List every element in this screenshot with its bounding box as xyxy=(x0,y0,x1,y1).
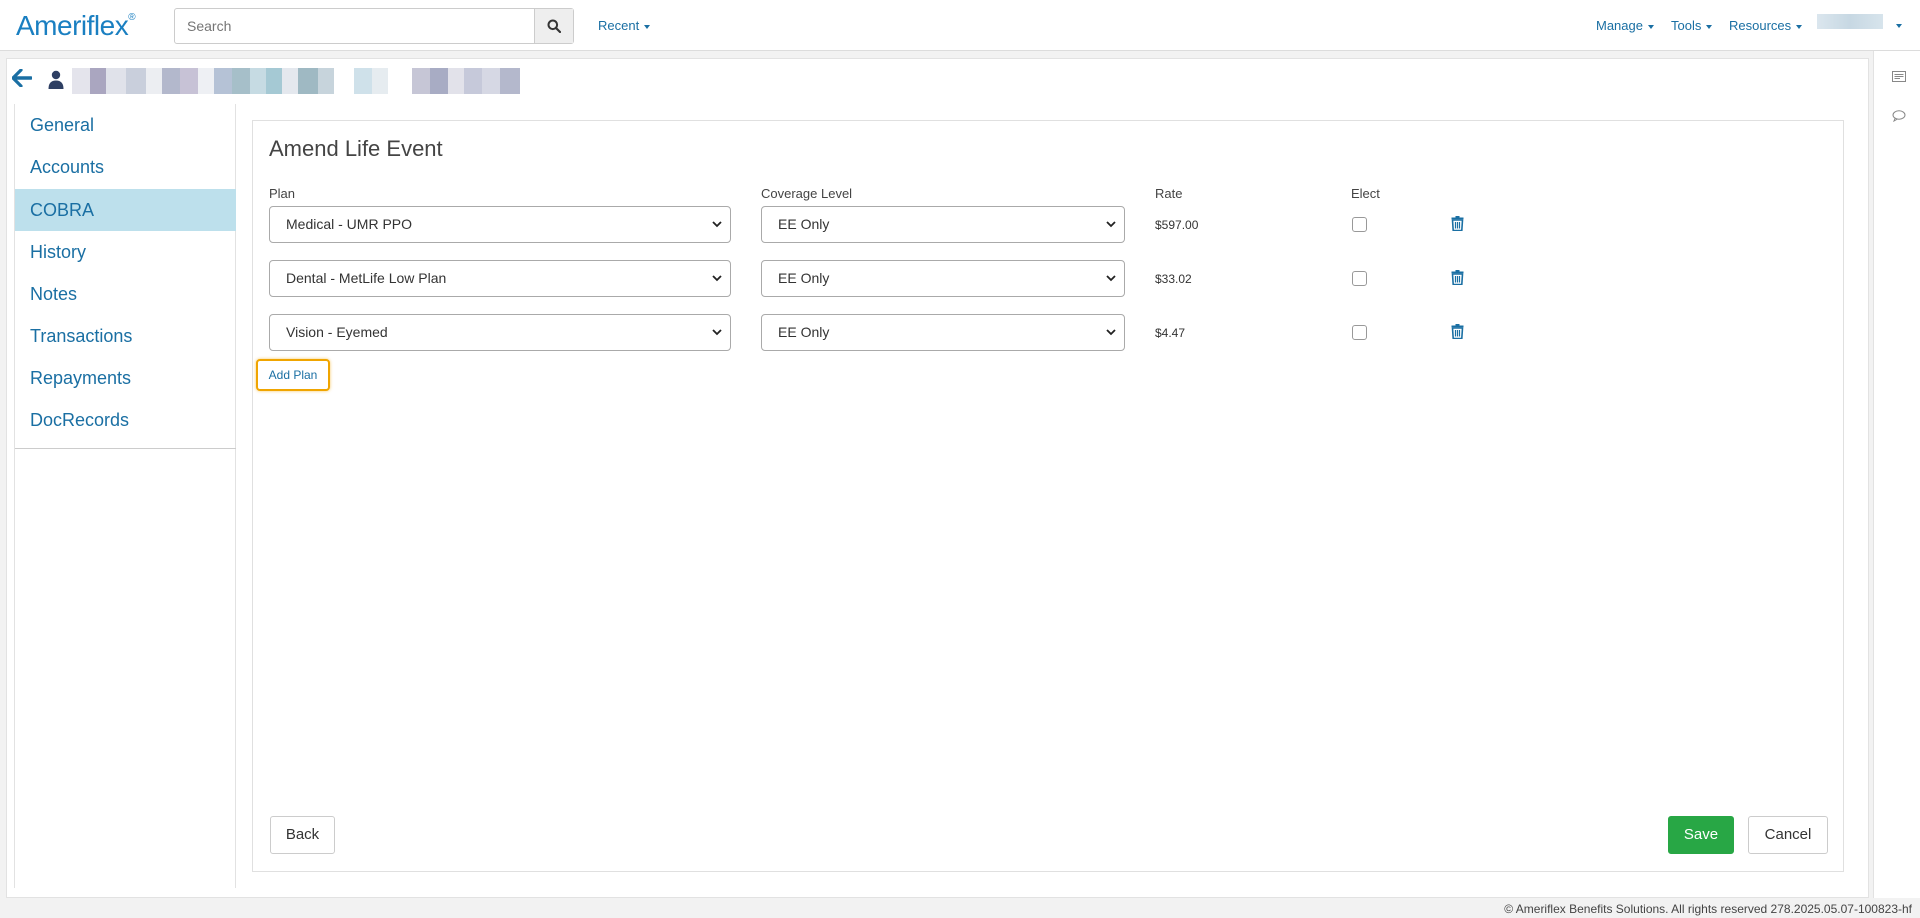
sidebar-item-transactions[interactable]: Transactions xyxy=(15,315,236,357)
caret-down-icon xyxy=(1706,24,1713,29)
tools-menu[interactable]: Tools xyxy=(1671,18,1713,33)
column-header-coverage-level: Coverage Level xyxy=(761,186,853,201)
elect-checkbox[interactable] xyxy=(1352,217,1367,232)
sidebar-item-history[interactable]: History xyxy=(15,231,236,273)
elect-checkbox[interactable] xyxy=(1352,325,1367,340)
rate-value: $4.47 xyxy=(1155,326,1186,340)
back-button[interactable]: Back xyxy=(270,816,335,854)
user-menu-avatar[interactable] xyxy=(1817,14,1883,29)
sidebar-item-accounts[interactable]: Accounts xyxy=(15,146,236,188)
search-icon xyxy=(547,19,561,33)
comment-icon[interactable] xyxy=(1892,109,1906,127)
participant-name-redacted xyxy=(72,68,530,94)
coverage-select-value: EE Only xyxy=(778,270,830,286)
top-navbar: Ameriflex® Recent Manage Tools Resources xyxy=(0,0,1920,51)
sidebar-item-general[interactable]: General xyxy=(15,104,236,146)
column-header-elect: Elect xyxy=(1351,186,1380,201)
recent-menu[interactable]: Recent xyxy=(598,18,651,33)
plan-select[interactable]: Vision - Eyemed xyxy=(269,314,731,351)
sidebar-item-cobra[interactable]: COBRA xyxy=(15,189,236,231)
person-icon xyxy=(48,70,64,95)
chevron-down-icon xyxy=(1106,329,1116,336)
sidebar-nav: General Accounts COBRA History Notes Tra… xyxy=(14,104,236,888)
trash-icon[interactable] xyxy=(1451,324,1464,344)
plan-select-value: Dental - MetLife Low Plan xyxy=(286,270,447,286)
coverage-level-select[interactable]: EE Only xyxy=(761,314,1125,351)
caret-down-icon xyxy=(1647,24,1654,29)
plan-select-value: Medical - UMR PPO xyxy=(286,216,413,232)
right-utility-rail xyxy=(1873,51,1920,898)
coverage-select-value: EE Only xyxy=(778,216,830,232)
plan-select[interactable]: Medical - UMR PPO xyxy=(269,206,731,243)
chevron-down-icon xyxy=(712,329,722,336)
id-card-icon[interactable] xyxy=(1892,69,1906,87)
sidebar-item-docrecords[interactable]: DocRecords xyxy=(15,399,236,441)
chevron-down-icon xyxy=(712,275,722,282)
page-title: Amend Life Event xyxy=(269,136,443,161)
search-box xyxy=(174,8,574,44)
search-input[interactable] xyxy=(175,9,535,43)
sidebar-item-repayments[interactable]: Repayments xyxy=(15,357,236,399)
coverage-level-select[interactable]: EE Only xyxy=(761,206,1125,243)
footer-copyright: © Ameriflex Benefits Solutions. All righ… xyxy=(1504,902,1912,916)
ameriflex-logo[interactable]: Ameriflex® xyxy=(16,10,136,42)
caret-down-icon xyxy=(1796,24,1803,29)
rate-value: $33.02 xyxy=(1155,272,1192,286)
elect-checkbox[interactable] xyxy=(1352,271,1367,286)
save-button[interactable]: Save xyxy=(1668,816,1734,854)
sidebar-divider xyxy=(15,448,236,449)
resources-menu[interactable]: Resources xyxy=(1729,18,1803,33)
back-arrow-icon[interactable] xyxy=(11,68,33,92)
trash-icon[interactable] xyxy=(1451,216,1464,236)
rate-value: $597.00 xyxy=(1155,218,1199,232)
coverage-level-select[interactable]: EE Only xyxy=(761,260,1125,297)
add-plan-button[interactable]: Add Plan xyxy=(256,359,330,391)
coverage-select-value: EE Only xyxy=(778,324,830,340)
sidebar-item-notes[interactable]: Notes xyxy=(15,273,236,315)
column-header-plan: Plan xyxy=(269,186,296,201)
trash-icon[interactable] xyxy=(1451,270,1464,290)
chevron-down-icon xyxy=(712,221,722,228)
chevron-down-icon xyxy=(1106,275,1116,282)
column-header-rate: Rate xyxy=(1155,186,1183,201)
caret-down-icon xyxy=(644,24,651,29)
search-button[interactable] xyxy=(534,9,573,43)
cancel-button[interactable]: Cancel xyxy=(1748,816,1828,854)
chevron-down-icon xyxy=(1106,221,1116,228)
plan-select[interactable]: Dental - MetLife Low Plan xyxy=(269,260,731,297)
caret-down-icon xyxy=(1896,24,1902,28)
manage-menu[interactable]: Manage xyxy=(1596,18,1654,33)
plan-select-value: Vision - Eyemed xyxy=(286,324,388,340)
